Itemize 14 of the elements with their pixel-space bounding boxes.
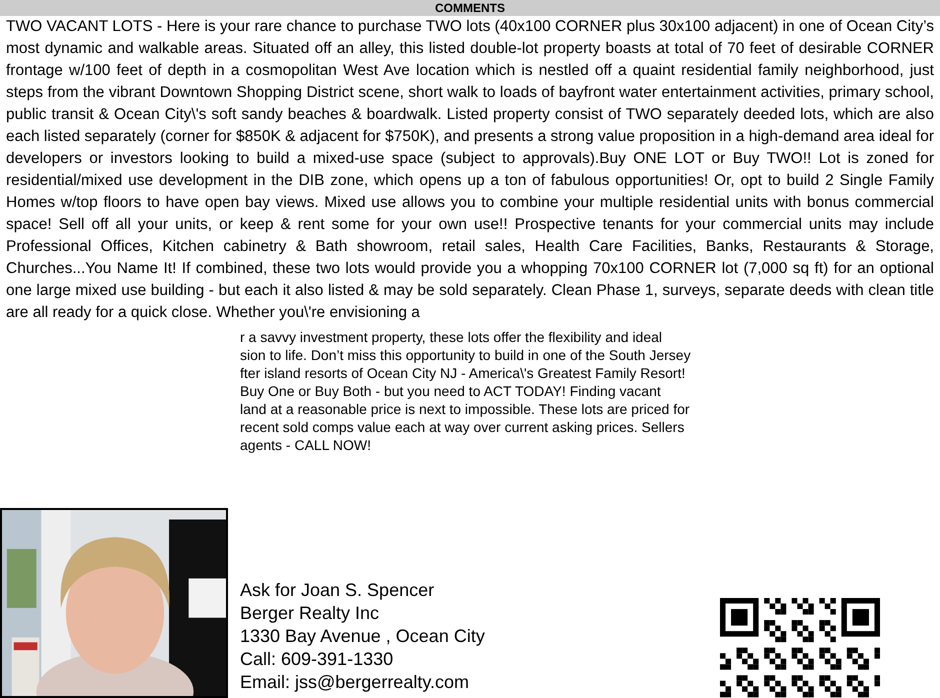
comments-line: recent sold comps value each at way over current asking prices. Sellers (240, 418, 686, 436)
comments-paragraph: TWO VACANT LOTS - Here is your rare chance to purchase TWO lots (40x100 CORNER plus 30x100 adjacent) in one of Ocean City’s most dynamic and walkable areas. Situated off an alley, this listed double-lot property boasts at total of 70 feet of desirable CORNER frontage w/100 feet of depth in a cosmopolitan West Ave location which is nestled off a quaint residential family neighborhood, just steps from the vibrant Downtown Shopping District scene, short walk to loads of bayfront water entertainment activities, primary school, public transit & Ocean City\'s soft sandy beaches & boardwalk. Listed property consist of TWO separately deeded lots, which are also each listed separately (corner for $850K & adjacent for $750K), and presents a strong value proposition in a high-demand area ideal for developers or investors looking to build a mixed-use space (subject to approvals).Buy ONE LOT or Buy TWO!! Lot is zoned for residential/mixed use development in the DIB zone, which opens up a ton of fabulous opportunities! Or, opt to build 2 Single Family Homes w/top floors to have open bay views. Mixed use allows you to combine your multiple residential units with bonus commercial space! Sell off all your units, or keep & rent some for your own use!! Prospective tenants for your commercial units may include Professional Offices, Kitchen cabinetry & Bath showroom, retail sales, Health Care Facilities, Banks, Restaurants & Storage, Churches...You Name It! If combined, these two lots would provide you a whopping 70x100 CORNER lot (7,000 sq ft) for an optional one large mixed use building - but each it also listed & may be sold separately. Clean Phase 1, surveys, separate deeds with clean title are all ready for a quick close. Whether you\'re envisioning a (5, 17, 935, 323)
contact-line: Berger Realty Inc (240, 602, 380, 625)
comments-line: r a savvy investment property, these lots offer the flexibility and ideal (240, 328, 664, 346)
comments-line: agents - CALL NOW! (240, 436, 372, 454)
contact-line: 1330 Bay Avenue , Ocean City (240, 625, 485, 648)
contact-line: Call: 609-391-1330 (240, 648, 394, 671)
comments-line: Buy One or Buy Both - but you need to ACT TODAY! Finding vacant (240, 382, 662, 400)
comments-line: fter island resorts of Ocean City NJ - America\'s Greatest Family Resort! (240, 364, 686, 382)
contact-line: Ask for Joan S. Spencer (240, 579, 434, 602)
comments-line: land at a reasonable price is next to impossible. These lots are priced for (240, 400, 691, 418)
section-title: COMMENTS (435, 2, 505, 14)
contact-line: Email: jss@bergerrealty.com (240, 671, 469, 694)
comments-line: sion to life. Don’t miss this opportunity to build in one of the South Jersey (240, 346, 692, 364)
